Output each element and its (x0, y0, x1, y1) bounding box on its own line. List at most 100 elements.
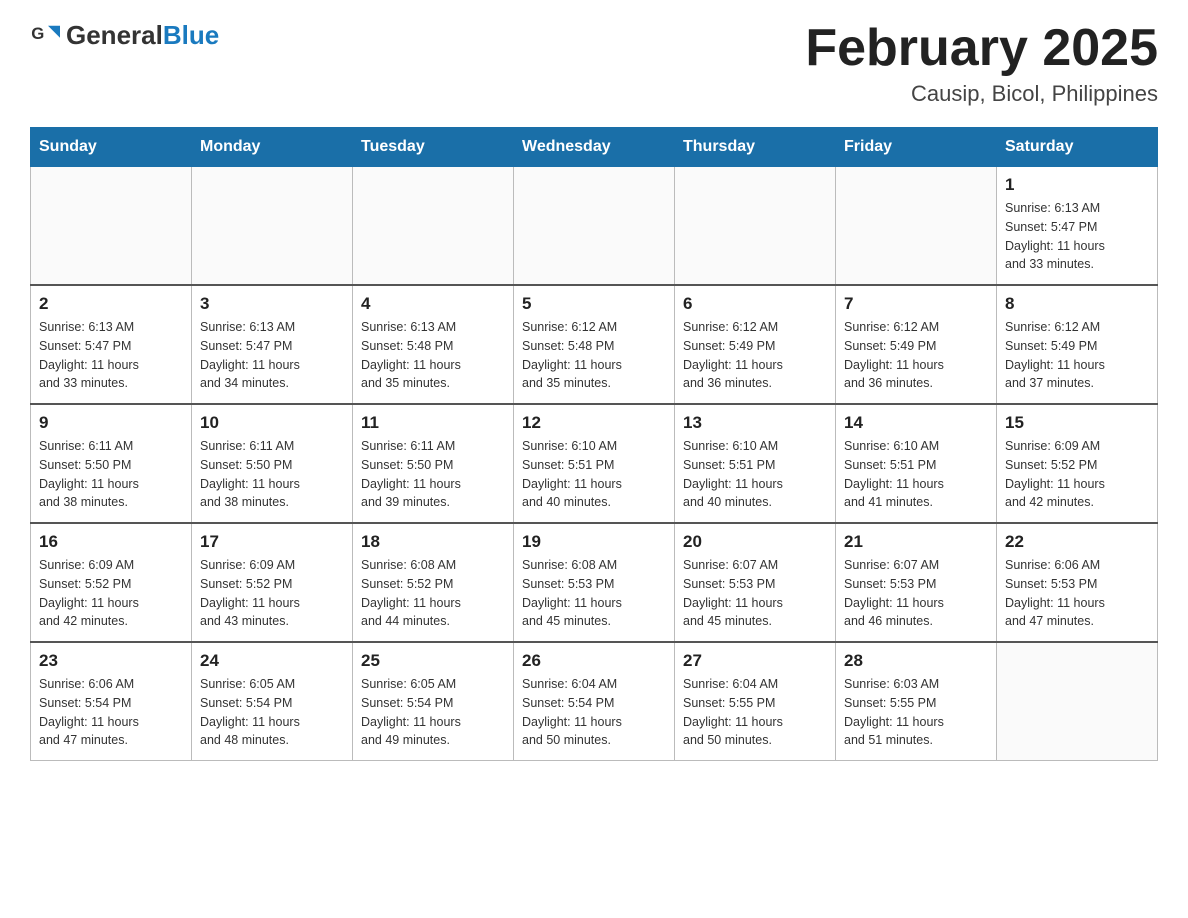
col-header-thursday: Thursday (675, 128, 836, 167)
day-number: 9 (39, 413, 183, 433)
day-info: Sunrise: 6:11 AMSunset: 5:50 PMDaylight:… (200, 437, 344, 512)
day-number: 23 (39, 651, 183, 671)
day-info: Sunrise: 6:12 AMSunset: 5:49 PMDaylight:… (683, 318, 827, 393)
day-info: Sunrise: 6:12 AMSunset: 5:48 PMDaylight:… (522, 318, 666, 393)
day-number: 26 (522, 651, 666, 671)
calendar-cell: 13 Sunrise: 6:10 AMSunset: 5:51 PMDayligh… (675, 404, 836, 523)
day-number: 1 (1005, 175, 1149, 195)
calendar-cell: 20 Sunrise: 6:07 AMSunset: 5:53 PMDayligh… (675, 523, 836, 642)
day-info: Sunrise: 6:13 AMSunset: 5:48 PMDaylight:… (361, 318, 505, 393)
calendar-cell: 24Sunrise: 6:05 AMSunset: 5:54 PMDayligh… (192, 642, 353, 761)
day-info: Sunrise: 6:09 AMSunset: 5:52 PMDaylight:… (39, 556, 183, 631)
calendar-cell: 25Sunrise: 6:05 AMSunset: 5:54 PMDayligh… (353, 642, 514, 761)
day-number: 3 (200, 294, 344, 314)
day-info: Sunrise: 6:07 AMSunset: 5:53 PMDaylight:… (683, 556, 827, 631)
calendar-cell: 17Sunrise: 6:09 AMSunset: 5:52 PMDayligh… (192, 523, 353, 642)
day-number: 22 (1005, 532, 1149, 552)
calendar-cell: 1 Sunrise: 6:13 AMSunset: 5:47 PMDaylight… (997, 167, 1158, 286)
col-header-tuesday: Tuesday (353, 128, 514, 167)
day-info: Sunrise: 6:09 AMSunset: 5:52 PMDaylight:… (1005, 437, 1149, 512)
month-title: February 2025 (805, 20, 1158, 77)
day-number: 28 (844, 651, 988, 671)
calendar-cell: 10 Sunrise: 6:11 AMSunset: 5:50 PMDayligh… (192, 404, 353, 523)
calendar-cell: 21Sunrise: 6:07 AMSunset: 5:53 PMDayligh… (836, 523, 997, 642)
calendar-cell: 11Sunrise: 6:11 AMSunset: 5:50 PMDayligh… (353, 404, 514, 523)
day-number: 19 (522, 532, 666, 552)
day-info: Sunrise: 6:11 AMSunset: 5:50 PMDaylight:… (39, 437, 183, 512)
col-header-saturday: Saturday (997, 128, 1158, 167)
calendar-row: 1 Sunrise: 6:13 AMSunset: 5:47 PMDaylight… (31, 167, 1158, 286)
day-number: 7 (844, 294, 988, 314)
day-number: 16 (39, 532, 183, 552)
calendar-cell: 2 Sunrise: 6:13 AMSunset: 5:47 PMDaylight… (31, 285, 192, 404)
calendar-cell: 8 Sunrise: 6:12 AMSunset: 5:49 PMDaylight… (997, 285, 1158, 404)
day-info: Sunrise: 6:03 AMSunset: 5:55 PMDaylight:… (844, 675, 988, 750)
day-info: Sunrise: 6:05 AMSunset: 5:54 PMDaylight:… (200, 675, 344, 750)
calendar-cell (997, 642, 1158, 761)
day-info: Sunrise: 6:04 AMSunset: 5:54 PMDaylight:… (522, 675, 666, 750)
calendar-row: 2 Sunrise: 6:13 AMSunset: 5:47 PMDaylight… (31, 285, 1158, 404)
day-info: Sunrise: 6:10 AMSunset: 5:51 PMDaylight:… (683, 437, 827, 512)
day-number: 4 (361, 294, 505, 314)
col-header-monday: Monday (192, 128, 353, 167)
logo-text-general: General (66, 20, 163, 50)
day-info: Sunrise: 6:06 AMSunset: 5:54 PMDaylight:… (39, 675, 183, 750)
day-number: 13 (683, 413, 827, 433)
calendar-row: 23 Sunrise: 6:06 AMSunset: 5:54 PMDayligh… (31, 642, 1158, 761)
day-info: Sunrise: 6:12 AMSunset: 5:49 PMDaylight:… (1005, 318, 1149, 393)
calendar-cell: 18Sunrise: 6:08 AMSunset: 5:52 PMDayligh… (353, 523, 514, 642)
calendar-cell (31, 167, 192, 286)
calendar-cell: 28 Sunrise: 6:03 AMSunset: 5:55 PMDayligh… (836, 642, 997, 761)
calendar-cell: 3 Sunrise: 6:13 AMSunset: 5:47 PMDaylight… (192, 285, 353, 404)
day-info: Sunrise: 6:12 AMSunset: 5:49 PMDaylight:… (844, 318, 988, 393)
day-info: Sunrise: 6:10 AMSunset: 5:51 PMDaylight:… (522, 437, 666, 512)
day-info: Sunrise: 6:13 AMSunset: 5:47 PMDaylight:… (1005, 199, 1149, 274)
calendar-cell: 16 Sunrise: 6:09 AMSunset: 5:52 PMDayligh… (31, 523, 192, 642)
day-number: 21 (844, 532, 988, 552)
calendar-row: 9 Sunrise: 6:11 AMSunset: 5:50 PMDaylight… (31, 404, 1158, 523)
calendar-row: 16 Sunrise: 6:09 AMSunset: 5:52 PMDayligh… (31, 523, 1158, 642)
day-number: 17 (200, 532, 344, 552)
title-section: February 2025 Causip, Bicol, Philippines (805, 20, 1158, 107)
calendar-cell: 6 Sunrise: 6:12 AMSunset: 5:49 PMDaylight… (675, 285, 836, 404)
day-info: Sunrise: 6:13 AMSunset: 5:47 PMDaylight:… (200, 318, 344, 393)
day-number: 5 (522, 294, 666, 314)
calendar-cell: 15 Sunrise: 6:09 AMSunset: 5:52 PMDayligh… (997, 404, 1158, 523)
col-header-wednesday: Wednesday (514, 128, 675, 167)
day-number: 6 (683, 294, 827, 314)
day-number: 20 (683, 532, 827, 552)
location-subtitle: Causip, Bicol, Philippines (805, 81, 1158, 107)
day-number: 8 (1005, 294, 1149, 314)
day-number: 18 (361, 532, 505, 552)
day-number: 14 (844, 413, 988, 433)
calendar-cell (514, 167, 675, 286)
col-header-friday: Friday (836, 128, 997, 167)
calendar-table: SundayMondayTuesdayWednesdayThursdayFrid… (30, 127, 1158, 761)
day-info: Sunrise: 6:08 AMSunset: 5:53 PMDaylight:… (522, 556, 666, 631)
page-header: G GeneralBlue February 2025 Causip, Bico… (30, 20, 1158, 107)
logo: G GeneralBlue (30, 20, 219, 51)
day-info: Sunrise: 6:13 AMSunset: 5:47 PMDaylight:… (39, 318, 183, 393)
calendar-cell (192, 167, 353, 286)
calendar-cell (836, 167, 997, 286)
svg-text:G: G (31, 24, 44, 43)
calendar-cell: 27Sunrise: 6:04 AMSunset: 5:55 PMDayligh… (675, 642, 836, 761)
calendar-cell: 23 Sunrise: 6:06 AMSunset: 5:54 PMDayligh… (31, 642, 192, 761)
calendar-cell (353, 167, 514, 286)
calendar-cell: 19 Sunrise: 6:08 AMSunset: 5:53 PMDayligh… (514, 523, 675, 642)
day-number: 2 (39, 294, 183, 314)
day-info: Sunrise: 6:11 AMSunset: 5:50 PMDaylight:… (361, 437, 505, 512)
calendar-cell: 12 Sunrise: 6:10 AMSunset: 5:51 PMDayligh… (514, 404, 675, 523)
day-number: 15 (1005, 413, 1149, 433)
calendar-cell: 4 Sunrise: 6:13 AMSunset: 5:48 PMDaylight… (353, 285, 514, 404)
day-number: 10 (200, 413, 344, 433)
calendar-cell: 14Sunrise: 6:10 AMSunset: 5:51 PMDayligh… (836, 404, 997, 523)
day-info: Sunrise: 6:05 AMSunset: 5:54 PMDaylight:… (361, 675, 505, 750)
logo-text-blue: Blue (163, 20, 219, 50)
logo-icon: G (30, 21, 60, 51)
day-number: 27 (683, 651, 827, 671)
day-number: 12 (522, 413, 666, 433)
day-info: Sunrise: 6:06 AMSunset: 5:53 PMDaylight:… (1005, 556, 1149, 631)
calendar-cell: 22 Sunrise: 6:06 AMSunset: 5:53 PMDayligh… (997, 523, 1158, 642)
calendar-cell (675, 167, 836, 286)
